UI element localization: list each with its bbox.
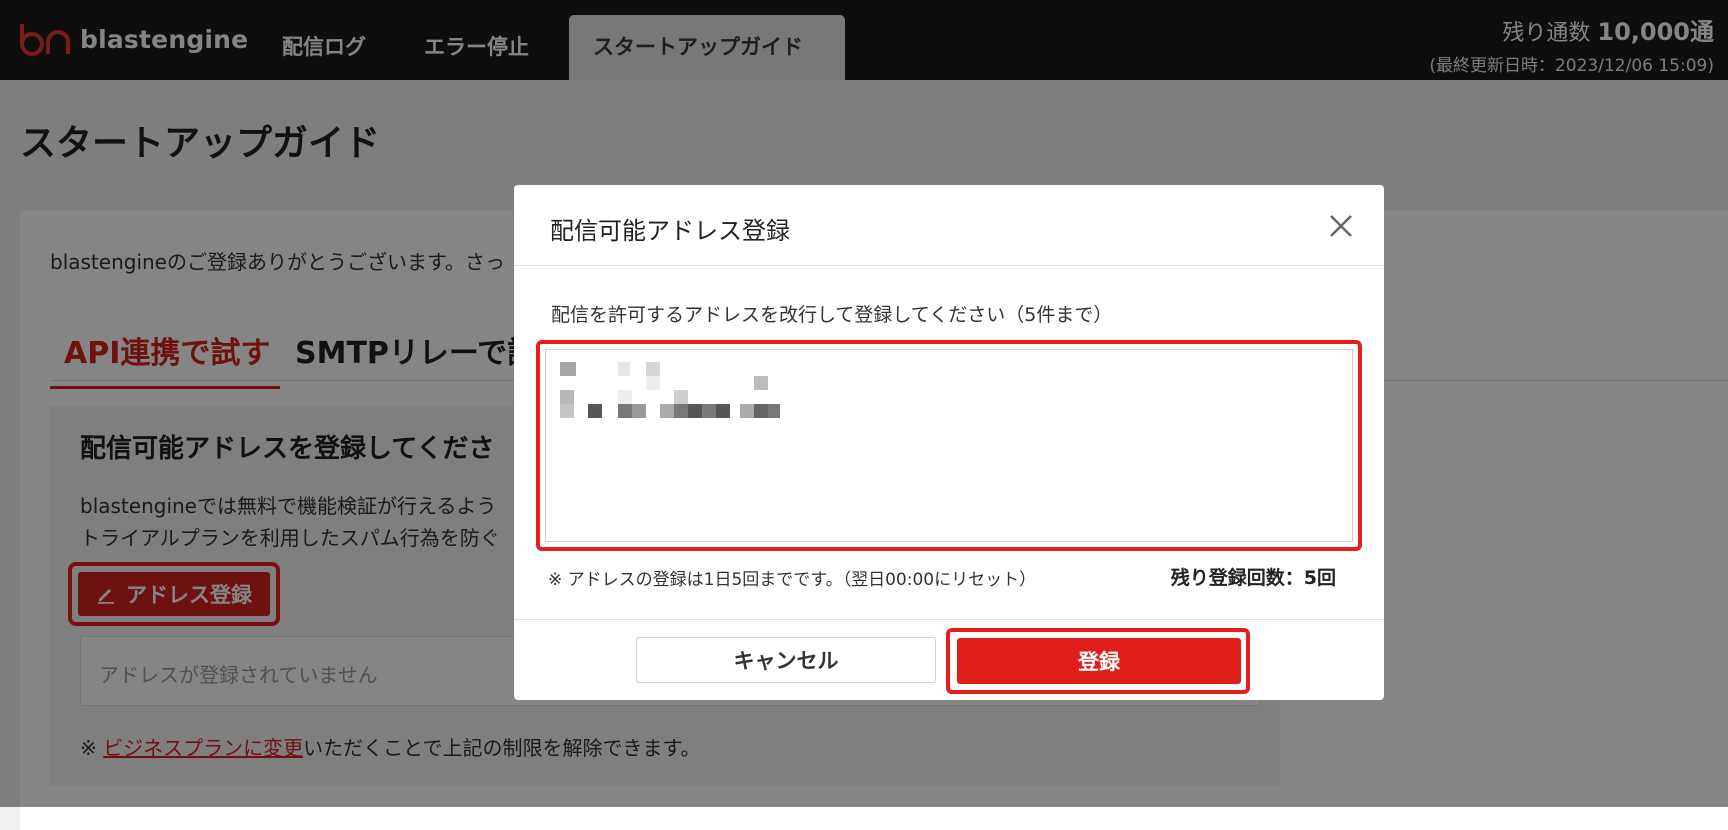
redacted-pixel — [618, 362, 630, 376]
redacted-pixel — [660, 404, 674, 418]
redacted-pixel — [632, 404, 646, 418]
redacted-pixel — [754, 376, 768, 390]
remaining-registrations: 残り登録回数：5回 — [1170, 567, 1336, 589]
redacted-pixel — [618, 404, 632, 418]
redacted-pixel — [740, 404, 754, 418]
redacted-pixel — [754, 404, 768, 418]
redacted-pixel — [646, 376, 660, 390]
submit-button-highlight: 登録 — [946, 628, 1250, 694]
redacted-pixel — [702, 404, 716, 418]
redacted-pixel — [560, 390, 574, 404]
redacted-pixel — [768, 404, 780, 418]
register-address-modal: 配信可能アドレス登録 配信を許可するアドレスを改行して登録してください（5件まで… — [514, 185, 1384, 700]
registration-limit-hint: ※ アドレスの登録は1日5回までです。（翌日00:00にリセット） — [548, 570, 1037, 590]
close-icon[interactable] — [1326, 211, 1356, 241]
address-input-label: 配信を許可するアドレスを改行して登録してください（5件まで） — [551, 304, 1113, 326]
redacted-pixel — [716, 404, 730, 418]
modal-footer: キャンセル 登録 — [514, 619, 1384, 701]
address-textarea[interactable] — [545, 349, 1353, 542]
redacted-pixel — [674, 404, 688, 418]
redacted-pixel — [674, 390, 688, 404]
redacted-pixel — [646, 362, 660, 376]
redacted-pixel — [618, 390, 632, 404]
modal-header: 配信可能アドレス登録 — [514, 185, 1384, 266]
cancel-button[interactable]: キャンセル — [636, 637, 936, 683]
redacted-pixel — [588, 404, 602, 418]
modal-title: 配信可能アドレス登録 — [550, 217, 790, 245]
redacted-pixel — [688, 404, 702, 418]
address-textarea-highlight — [536, 340, 1362, 551]
redacted-pixel — [560, 404, 574, 418]
submit-button[interactable]: 登録 — [957, 638, 1241, 684]
redacted-pixel — [560, 362, 576, 376]
